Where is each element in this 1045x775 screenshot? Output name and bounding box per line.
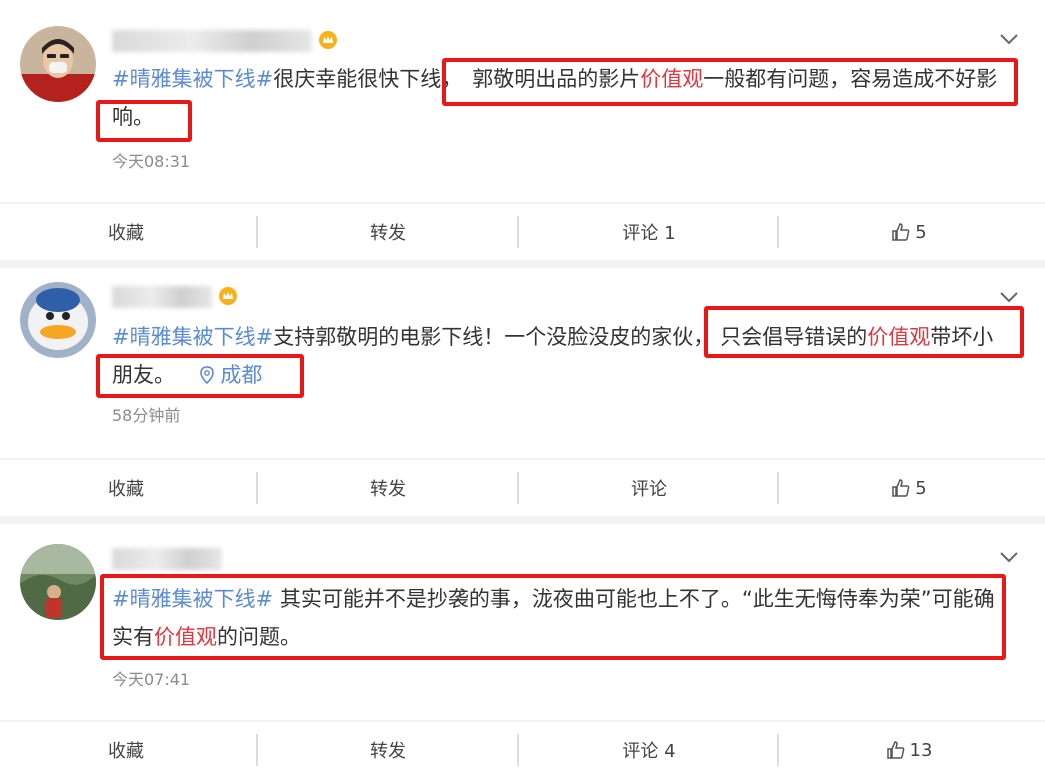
like-button[interactable]: 5 (779, 460, 1039, 516)
action-bar: 收藏 转发 评论 1 5 (0, 204, 1045, 260)
comment-button[interactable]: 评论 (519, 460, 779, 516)
like-count: 13 (909, 739, 933, 761)
favorite-button[interactable]: 收藏 (0, 204, 258, 260)
repost-button[interactable]: 转发 (258, 722, 518, 775)
avatar[interactable] (20, 544, 96, 620)
like-button[interactable]: 13 (779, 722, 1039, 775)
comment-button[interactable]: 评论 4 (519, 722, 779, 775)
highlight-box (442, 58, 1018, 106)
hashtag-link[interactable]: #晴雅集被下线# (112, 325, 273, 349)
vip-crown-icon (219, 287, 237, 305)
like-button[interactable]: 5 (779, 204, 1039, 260)
thumbs-up-icon (886, 741, 904, 759)
thumbs-up-icon (892, 223, 910, 241)
highlight-box (96, 354, 304, 398)
thumbs-up-icon (892, 479, 910, 497)
section-gap (0, 260, 1045, 268)
avatar[interactable] (20, 282, 96, 358)
action-bar: 收藏 转发 评论 4 13 (0, 722, 1045, 775)
chevron-down-icon[interactable] (999, 550, 1019, 564)
post-1: #晴雅集被下线#很庆幸能很快下线， 郭敬明出品的影片价值观一般都有问题，容易造成不… (0, 0, 1045, 202)
repost-button[interactable]: 转发 (258, 460, 518, 516)
like-count: 5 (915, 221, 927, 243)
chevron-down-icon[interactable] (999, 32, 1019, 46)
favorite-button[interactable]: 收藏 (0, 722, 258, 775)
comment-button[interactable]: 评论 1 (519, 204, 779, 260)
chevron-down-icon[interactable] (999, 290, 1019, 304)
hashtag-link[interactable]: #晴雅集被下线# (112, 67, 273, 91)
avatar-image (20, 26, 96, 102)
username-blurred[interactable] (112, 286, 212, 308)
highlight-box (100, 574, 1006, 660)
highlight-box (704, 306, 1024, 358)
like-count: 5 (915, 477, 927, 499)
section-gap (0, 516, 1045, 524)
action-bar: 收藏 转发 评论 5 (0, 460, 1045, 516)
post-time: 58分钟前 (112, 406, 181, 425)
username-blurred[interactable] (112, 548, 222, 570)
post-2: #晴雅集被下线#支持郭敬明的电影下线！一个没脸没皮的家伙， 只会倡导错误的价值观带… (0, 268, 1045, 458)
repost-button[interactable]: 转发 (258, 204, 518, 260)
post-time: 今天07:41 (112, 670, 191, 689)
avatar[interactable] (20, 26, 96, 102)
post-time: 今天08:31 (112, 152, 191, 171)
favorite-button[interactable]: 收藏 (0, 460, 258, 516)
avatar-image (20, 282, 96, 358)
avatar-image (20, 544, 96, 620)
highlight-box (96, 100, 192, 142)
vip-crown-icon (319, 31, 337, 49)
post-3: #晴雅集被下线# 其实可能并不是抄袭的事，泷夜曲可能也上不了。“此生无悔侍奉为荣… (0, 524, 1045, 720)
username-blurred[interactable] (112, 30, 312, 52)
